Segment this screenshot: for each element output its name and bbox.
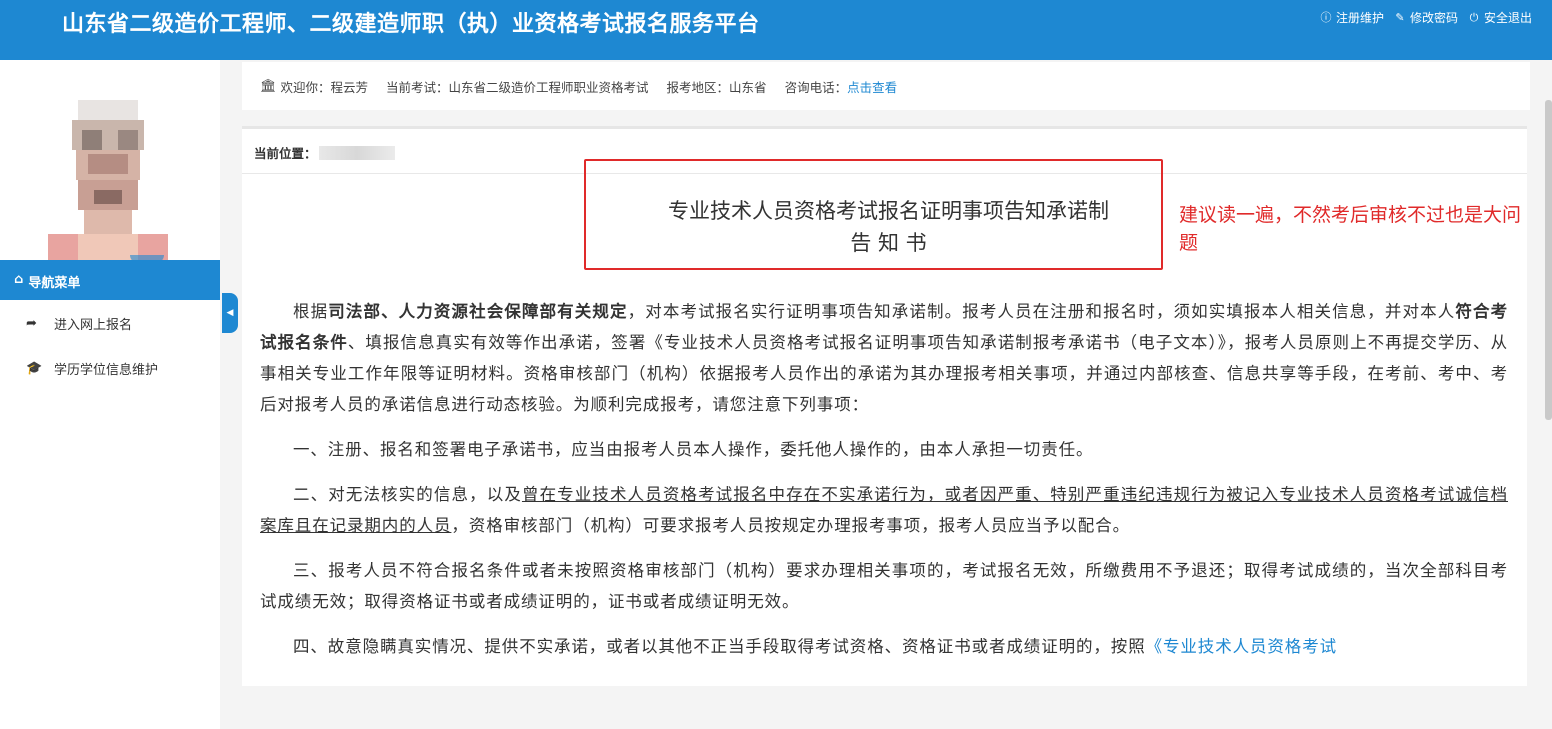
power-icon: ⏻	[1469, 10, 1479, 24]
edit-icon: ✎	[1395, 10, 1405, 24]
current-exam-text: 当前考试：山东省二级造价工程师职业资格考试	[386, 79, 649, 95]
header-links: ⓘ 注册维护 ✎ 修改密码 ⏻ 安全退出	[1320, 9, 1532, 26]
sidebar-item-online-registration[interactable]: ➦ 进入网上报名	[0, 303, 220, 343]
regulation-link[interactable]: 《专业技术人员资格考试	[1146, 637, 1337, 656]
breadcrumb-label: 当前位置：	[254, 146, 317, 161]
info-bar: 🏛 欢迎你：程云芳 当前考试：山东省二级造价工程师职业资格考试 报考地区：山东省…	[242, 62, 1530, 110]
notice-title: 专业技术人员资格考试报名证明事项告知承诺制 告 知 书	[584, 195, 1163, 259]
paragraph-item-4: 四、故意隐瞒真实情况、提供不实承诺，或者以其他不正当手段取得考试资格、资格证书或…	[293, 637, 1338, 656]
sidebar-item-label: 进入网上报名	[54, 317, 133, 333]
nav-menu-header: ⌂ 导航菜单	[0, 260, 220, 300]
notice-title-line1: 专业技术人员资格考试报名证明事项告知承诺制	[668, 199, 1109, 223]
top-header: 山东省二级造价工程师、二级建造师职（执）业资格考试报名服务平台 ⓘ 注册维护 ✎…	[0, 0, 1552, 60]
change-password-link[interactable]: ✎ 修改密码	[1394, 9, 1458, 26]
page-scrollbar[interactable]	[1545, 100, 1552, 420]
share-arrow-icon: ➦	[26, 315, 37, 331]
paragraph-item-2: 二、对无法核实的信息，以及曾在专业技术人员资格考试报名中存在不实承诺行为，或者因…	[260, 485, 1508, 535]
sidebar-collapse-toggle[interactable]: ◀	[222, 293, 238, 333]
sidebar: ⌂ 导航菜单 ➦ 进入网上报名 🎓 学历学位信息维护	[0, 60, 220, 729]
chevron-left-icon: ◀	[226, 308, 234, 318]
breadcrumb-redacted	[318, 145, 395, 160]
logout-link[interactable]: ⏻ 安全退出	[1468, 9, 1532, 26]
register-maintain-label: 注册维护	[1335, 11, 1384, 25]
graduation-cap-icon: 🎓	[26, 360, 43, 376]
paragraph-item-1: 一、注册、报名和签署电子承诺书，应当由报考人员本人操作，委托他人操作的，由本人承…	[293, 440, 1094, 459]
sidebar-item-degree-info[interactable]: 🎓 学历学位信息维护	[0, 348, 220, 388]
logout-label: 安全退出	[1483, 11, 1532, 25]
sidebar-item-label: 学历学位信息维护	[54, 362, 159, 378]
change-password-label: 修改密码	[1409, 11, 1458, 25]
view-phone-link[interactable]: 点击查看	[847, 77, 897, 96]
bank-icon: 🏛	[260, 78, 277, 94]
home-icon: ⌂	[14, 272, 24, 287]
welcome-text: 欢迎你：程云芳	[280, 79, 369, 95]
content-panel: 当前位置： 专业技术人员资格考试报名证明事项告知承诺制 告 知 书 建议读一遍，…	[242, 126, 1527, 686]
paragraph-intro: 根据司法部、人力资源社会保障部有关规定，对本考试报名实行证明事项告知承诺制。报考…	[260, 302, 1508, 414]
region-text: 报考地区：山东省	[666, 79, 767, 95]
info-icon: ⓘ	[1320, 10, 1332, 24]
breadcrumb: 当前位置：	[254, 143, 395, 162]
notice-title-line2: 告 知 书	[850, 231, 927, 255]
platform-title: 山东省二级造价工程师、二级建造师职（执）业资格考试报名服务平台	[62, 12, 760, 37]
notice-body: 根据司法部、人力资源社会保障部有关规定，对本考试报名实行证明事项告知承诺制。报考…	[260, 296, 1508, 676]
paragraph-item-3: 三、报考人员不符合报名条件或者未按照资格审核部门（机构）要求办理相关事项的，考试…	[260, 561, 1508, 611]
nav-menu-title: 导航菜单	[28, 276, 81, 291]
phone-label: 咨询电话：	[784, 79, 848, 95]
bottom-gap	[220, 686, 1552, 729]
register-maintain-link[interactable]: ⓘ 注册维护	[1320, 9, 1384, 26]
red-annotation: 建议读一遍，不然考后审核不过也是大问题	[1179, 204, 1522, 254]
